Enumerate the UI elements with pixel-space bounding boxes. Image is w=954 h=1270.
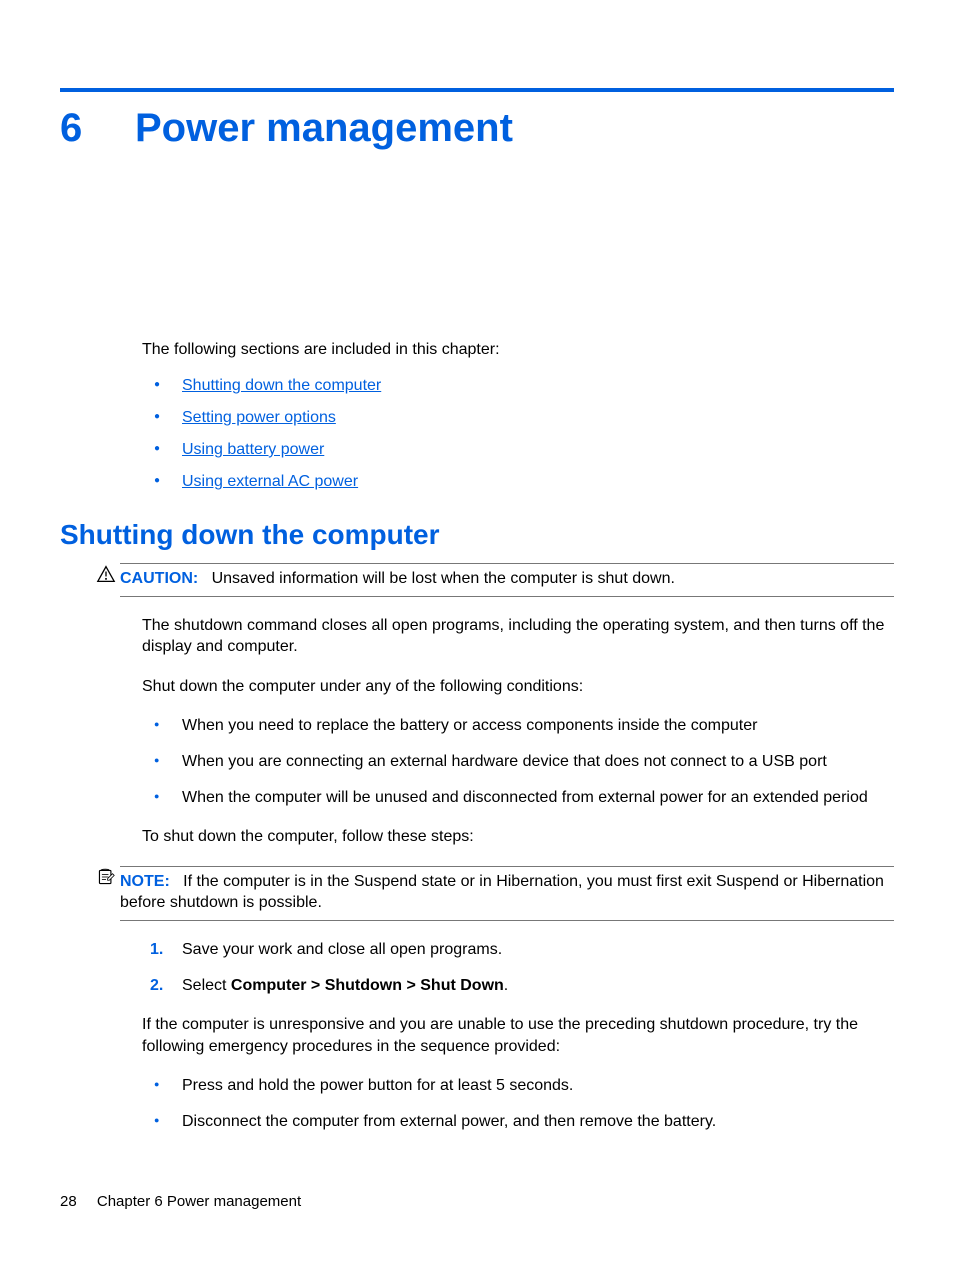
paragraph-shutdown-desc: The shutdown command closes all open pro… [142,615,894,658]
page-number: 28 [60,1193,77,1210]
list-item: Press and hold the power button for at l… [142,1075,894,1097]
footer-text: Chapter 6 Power management [97,1193,301,1210]
caution-text: Unsaved information will be lost when th… [212,570,675,587]
toc-link-power-options[interactable]: Setting power options [182,409,336,426]
chapter-header: 6 Power management [60,106,894,151]
step-2-bold: Computer > Shutdown > Shut Down [231,977,504,994]
chapter-title: Power management [135,106,513,151]
conditions-list: When you need to replace the battery or … [142,715,894,808]
caution-label: CAUTION: [120,570,198,587]
note-callout: NOTE: If the computer is in the Suspend … [120,866,894,921]
note-text: If the computer is in the Suspend state … [120,873,884,912]
list-item: Disconnect the computer from external po… [142,1111,894,1133]
intro-text: The following sections are included in t… [142,341,894,359]
note-icon [96,868,116,886]
step-2-prefix: Select [182,977,231,994]
toc-link-battery-power[interactable]: Using battery power [182,441,324,458]
list-item: When you need to replace the battery or … [142,715,894,737]
step-1: Save your work and close all open progra… [142,939,894,961]
paragraph-conditions-intro: Shut down the computer under any of the … [142,676,894,698]
emergency-list: Press and hold the power button for at l… [142,1075,894,1132]
page-footer: 28 Chapter 6 Power management [60,1193,301,1210]
paragraph-emergency-intro: If the computer is unresponsive and you … [142,1014,894,1057]
list-item: When the computer will be unused and dis… [142,787,894,809]
chapter-number: 6 [60,106,135,151]
section-title: Shutting down the computer [60,519,894,551]
steps-list: Save your work and close all open progra… [142,939,894,996]
caution-callout: CAUTION: Unsaved information will be los… [120,563,894,597]
toc-link-ac-power[interactable]: Using external AC power [182,473,358,490]
list-item: When you are connecting an external hard… [142,751,894,773]
step-2-suffix: . [504,977,508,994]
caution-icon [96,565,116,583]
chapter-rule [60,88,894,92]
note-label: NOTE: [120,873,170,890]
paragraph-steps-intro: To shut down the computer, follow these … [142,826,894,848]
step-2: Select Computer > Shutdown > Shut Down. [142,975,894,997]
toc-link-list: Shutting down the computer Setting power… [142,377,894,491]
toc-link-shutting-down[interactable]: Shutting down the computer [182,377,381,394]
